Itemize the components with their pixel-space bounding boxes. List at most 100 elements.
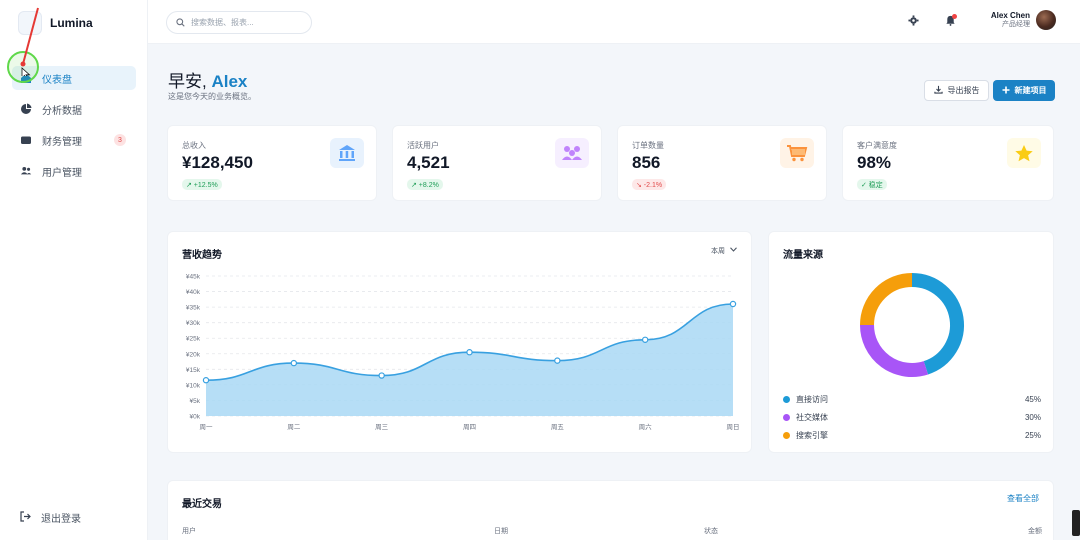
y-tick-label: ¥30k xyxy=(186,320,201,327)
legend-label: 社交媒体 xyxy=(796,413,828,422)
y-tick-label: ¥40k xyxy=(186,289,201,296)
legend-value: 30% xyxy=(1024,413,1041,422)
card-title: 最近交易 xyxy=(182,499,222,510)
legend-label: 直接访问 xyxy=(796,395,828,404)
wallet-icon xyxy=(20,134,32,146)
stat-value: 856 xyxy=(632,153,661,172)
logout-label: 退出登录 xyxy=(41,514,81,525)
y-tick-label: ¥25k xyxy=(186,336,201,343)
user-name: Alex Chen xyxy=(990,10,1030,20)
cart-icon xyxy=(780,138,814,168)
x-tick-label: 周一 xyxy=(200,423,214,431)
stat-value: 98% xyxy=(857,153,892,172)
trend-badge: ↗ +12.5% xyxy=(182,179,222,190)
search-box[interactable] xyxy=(166,11,312,34)
stat-label: 活跃用户 xyxy=(407,141,439,150)
donut-slice xyxy=(911,273,964,375)
download-icon xyxy=(933,85,943,96)
greeting-prefix: 早安, xyxy=(168,72,212,91)
sidebar-item-label: 仪表盘 xyxy=(42,74,72,86)
pie-chart-icon xyxy=(20,103,32,115)
y-tick-label: ¥5k xyxy=(190,398,201,405)
card-title: 流量来源 xyxy=(783,250,823,261)
legend-swatch xyxy=(783,432,790,439)
x-tick-label: 周六 xyxy=(639,422,653,431)
scrollbar-thumb[interactable] xyxy=(1072,510,1080,536)
logout-icon xyxy=(20,510,31,525)
trend-badge: ↗ +8.2% xyxy=(407,179,443,190)
stat-card-active-users: 活跃用户 4,521 ↗ +8.2% xyxy=(392,125,602,201)
legend-item: 社交媒体 30% xyxy=(783,412,1041,423)
donut-slice xyxy=(860,324,929,377)
user-menu[interactable]: Alex Chen 产品经理 xyxy=(991,10,1056,30)
notifications-button[interactable] xyxy=(941,13,959,31)
legend-value: 25% xyxy=(1024,431,1041,440)
x-tick-label: 周二 xyxy=(287,423,301,431)
sidebar-item-finance[interactable]: 财务管理 3 xyxy=(12,128,136,152)
x-tick-label: 周三 xyxy=(375,423,389,431)
stat-card-orders: 订单数量 856 ↘ -2.1% xyxy=(617,125,827,201)
new-project-label: 新建项目 xyxy=(1014,86,1047,95)
column-header: 日期 xyxy=(494,528,508,535)
stat-value: 4,521 xyxy=(407,153,450,172)
sidebar-nav: 仪表盘 分析数据 财务管理 3 用户管理 xyxy=(12,66,136,190)
sidebar-item-label: 分析数据 xyxy=(42,105,82,117)
new-project-button[interactable]: 新建项目 xyxy=(993,80,1055,101)
recent-transactions-card: 最近交易 查看全部 用户 日期 状态 金额 xyxy=(167,480,1054,540)
stat-card-satisfaction: 客户满意度 98% ✓ 稳定 xyxy=(842,125,1054,201)
settings-button[interactable] xyxy=(904,13,922,31)
trend-badge: ✓ 稳定 xyxy=(857,179,887,190)
data-point xyxy=(202,377,210,384)
legend-swatch xyxy=(783,396,790,403)
traffic-source-card: 流量来源 直接访问 45% 社交媒体 30% 搜索引擎 25% xyxy=(768,231,1054,453)
stat-label: 客户满意度 xyxy=(857,141,897,150)
logout-button[interactable]: 退出登录 xyxy=(20,510,81,525)
column-header: 用户 xyxy=(182,528,196,535)
data-point xyxy=(729,300,737,308)
legend-item: 搜索引擎 25% xyxy=(783,430,1041,441)
sidebar-item-label: 用户管理 xyxy=(42,167,82,179)
legend-swatch xyxy=(783,414,790,421)
data-point xyxy=(554,357,561,364)
top-bar: Alex Chen 产品经理 xyxy=(148,0,1080,44)
search-input[interactable] xyxy=(191,18,301,27)
export-report-button[interactable]: 导出报告 xyxy=(924,80,989,101)
y-tick-label: ¥35k xyxy=(186,305,201,312)
search-icon xyxy=(176,14,185,32)
data-point xyxy=(641,336,649,343)
area-fill xyxy=(206,304,733,416)
donut-slice xyxy=(860,273,913,326)
plus-icon xyxy=(1002,86,1010,96)
legend-value: 45% xyxy=(1024,395,1041,404)
notification-badge: 3 xyxy=(114,134,126,146)
brand-name: Lumina xyxy=(50,16,93,30)
bank-icon xyxy=(330,138,364,168)
user-role: 产品经理 xyxy=(1002,20,1030,28)
x-tick-label: 周五 xyxy=(551,423,565,431)
export-label: 导出报告 xyxy=(947,86,980,95)
annotation-arrow xyxy=(20,7,39,76)
column-header: 状态 xyxy=(704,528,718,535)
stat-label: 总收入 xyxy=(182,141,206,150)
stat-card-revenue: 总收入 ¥128,450 ↗ +12.5% xyxy=(167,125,377,201)
greeting-name: Alex xyxy=(211,72,248,91)
stat-label: 订单数量 xyxy=(632,141,664,150)
sidebar-item-analytics[interactable]: 分析数据 xyxy=(12,97,136,121)
x-tick-label: 周四 xyxy=(463,423,476,431)
y-tick-label: ¥20k xyxy=(186,351,201,358)
trend-badge: ↘ -2.1% xyxy=(632,179,667,190)
users-icon xyxy=(20,165,32,177)
y-tick-label: ¥10k xyxy=(186,382,201,389)
gear-icon xyxy=(907,13,919,31)
revenue-trend-card: 营收趋势 本周 ¥0k ¥5k ¥10k ¥15k ¥20k ¥25k ¥30k ¥35k ¥4… xyxy=(167,231,752,453)
revenue-line-chart: ¥0k ¥5k ¥10k ¥15k ¥20k ¥25k ¥30k ¥35k ¥40k ¥45k 周一… xyxy=(186,274,740,432)
legend-item: 直接访问 45% xyxy=(783,394,1041,405)
page-title: 早安, Alex xyxy=(168,67,247,92)
legend-label: 搜索引擎 xyxy=(796,431,828,440)
data-point xyxy=(466,349,473,356)
sidebar-item-users[interactable]: 用户管理 xyxy=(12,159,136,183)
x-tick-label: 周日 xyxy=(727,423,740,431)
view-all-link[interactable]: 查看全部 xyxy=(1007,493,1039,504)
column-header: 金额 xyxy=(1028,528,1042,535)
y-tick-label: ¥0k xyxy=(190,414,201,421)
